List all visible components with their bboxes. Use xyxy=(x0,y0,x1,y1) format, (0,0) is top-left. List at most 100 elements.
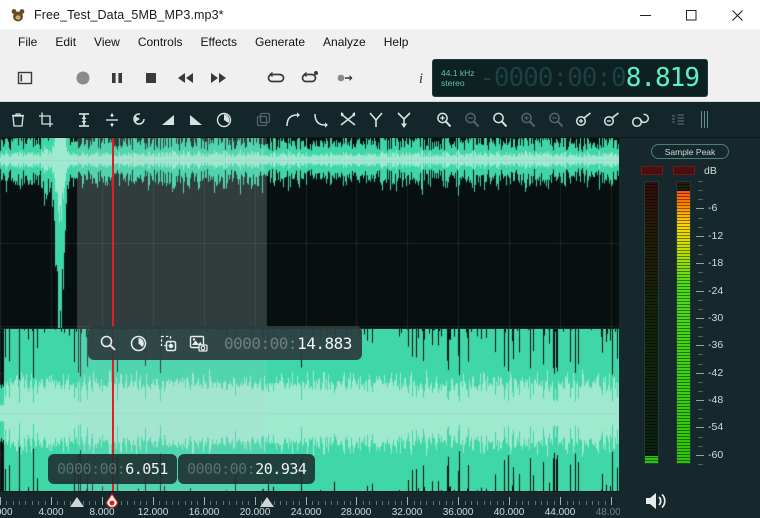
playhead-line xyxy=(112,138,114,491)
pause-button[interactable] xyxy=(100,61,134,95)
delete-button[interactable] xyxy=(4,106,32,134)
speaker-icon[interactable] xyxy=(644,490,670,512)
close-button[interactable] xyxy=(714,0,760,30)
zoom-toggle-icon xyxy=(547,111,565,129)
selection-end-handle[interactable] xyxy=(260,497,274,507)
crossfade-button[interactable] xyxy=(334,106,362,134)
timeline-tick-minor xyxy=(522,501,523,505)
envelope-up-button[interactable] xyxy=(278,106,306,134)
db-label: -54 xyxy=(708,421,723,433)
db-tick-minor xyxy=(698,309,703,310)
sync-lock-button[interactable] xyxy=(626,106,654,134)
timeline-tick-minor xyxy=(344,501,345,505)
clip-indicator-left[interactable] xyxy=(641,166,663,175)
timeline-tick-minor xyxy=(541,501,542,505)
db-tick xyxy=(696,208,704,209)
db-label: -48 xyxy=(708,394,723,406)
sample-peak-button[interactable]: Sample Peak xyxy=(651,144,729,159)
stop-button[interactable] xyxy=(134,61,168,95)
screenshot-icon[interactable] xyxy=(184,329,212,357)
menu-edit[interactable]: Edit xyxy=(46,32,85,52)
loop-button[interactable] xyxy=(260,61,294,95)
db-tick-minor xyxy=(698,336,703,337)
menu-controls[interactable]: Controls xyxy=(129,32,192,52)
record-button[interactable] xyxy=(66,61,100,95)
timeline-tick xyxy=(407,497,408,505)
timeline-tick xyxy=(102,497,103,505)
timeline-tick-minor xyxy=(280,501,281,505)
trim-button[interactable] xyxy=(32,106,60,134)
timeline-tick-minor xyxy=(497,501,498,505)
timeline-ruler[interactable]: 0.0004.0008.00012.00016.00020.00024.0002… xyxy=(0,491,620,518)
clip-indicator-right[interactable] xyxy=(673,166,695,175)
db-tick xyxy=(696,400,704,401)
timeline-tick-minor xyxy=(484,501,485,505)
db-tick-minor xyxy=(698,300,703,301)
timeline-label: 16.000 xyxy=(189,507,220,518)
waveform-left-channel[interactable] xyxy=(0,138,620,328)
silence-button[interactable] xyxy=(70,106,98,134)
timeline-tick-minor xyxy=(465,501,466,505)
magnifier-icon[interactable] xyxy=(94,329,122,357)
fit-project-button[interactable] xyxy=(486,106,514,134)
punch-roll-button[interactable] xyxy=(328,61,362,95)
audacity-window: Free_Test_Data_5MB_MP3.mp3* FileEditView… xyxy=(0,0,760,518)
normalize-button[interactable] xyxy=(210,106,238,134)
menu-view[interactable]: View xyxy=(85,32,129,52)
minimize-button[interactable] xyxy=(622,0,668,30)
menu-analyze[interactable]: Analyze xyxy=(314,32,375,52)
play-button[interactable] xyxy=(8,61,42,95)
fade-out-button[interactable] xyxy=(182,106,210,134)
silence-selection-button[interactable] xyxy=(598,106,626,134)
floating-tool-toolbar[interactable]: 0000:00:14.883 xyxy=(88,326,362,360)
db-tick-minor xyxy=(698,190,703,191)
mix-down-icon xyxy=(395,111,413,129)
zoom-in-button[interactable] xyxy=(430,106,458,134)
playhead-handle[interactable] xyxy=(105,493,120,510)
timeline-tick xyxy=(255,497,256,505)
selection-start-readout[interactable]: 0000:00:6.051 xyxy=(48,454,177,484)
knob-icon[interactable] xyxy=(124,329,152,357)
envelope-down-button[interactable] xyxy=(306,106,334,134)
menu-generate[interactable]: Generate xyxy=(246,32,314,52)
db-tick xyxy=(696,427,704,428)
trim-outside-icon xyxy=(575,111,593,129)
time-value: 8.819 xyxy=(626,63,699,93)
db-tick-minor xyxy=(698,245,703,246)
meter-ridges xyxy=(645,182,658,463)
selection-end-readout[interactable]: 0000:00:20.934 xyxy=(178,454,315,484)
menu-file[interactable]: File xyxy=(9,32,46,52)
timeline-tick-minor xyxy=(598,501,599,505)
selection-start-dimmed: 0000:00: xyxy=(57,460,125,478)
db-tick-minor xyxy=(698,218,703,219)
mix-down-button[interactable] xyxy=(390,106,418,134)
menu-effects[interactable]: Effects xyxy=(192,32,246,52)
trim-outside-button[interactable] xyxy=(570,106,598,134)
undo-button[interactable] xyxy=(126,106,154,134)
maximize-button[interactable] xyxy=(668,0,714,30)
menu-help[interactable]: Help xyxy=(375,32,418,52)
timeline-tick xyxy=(458,497,459,505)
db-tick-minor xyxy=(698,272,703,273)
timeline-tick-minor xyxy=(337,501,338,505)
track-panel[interactable] xyxy=(0,138,620,491)
fade-in-button[interactable] xyxy=(154,106,182,134)
time-display[interactable]: 44.1 kHz stereo -0000:00:08.819 xyxy=(432,59,708,97)
selection-start-handle[interactable] xyxy=(70,497,84,507)
timeline-tick-minor xyxy=(369,501,370,505)
db-label: -42 xyxy=(708,367,723,379)
toolbar-grip[interactable] xyxy=(698,110,710,130)
loop-record-button[interactable] xyxy=(294,61,328,95)
transport-toolbar: i 44.1 kHz stereo -0000:00:08.819 xyxy=(0,54,760,102)
timeline-tick-minor xyxy=(178,501,179,505)
track-row-left-channel[interactable] xyxy=(0,138,620,328)
timeline-tick-minor xyxy=(32,501,33,505)
timeline-tick-minor xyxy=(274,501,275,505)
marquee-select-icon[interactable] xyxy=(154,329,182,357)
skip-to-end-button[interactable] xyxy=(202,61,236,95)
skip-to-start-button[interactable] xyxy=(168,61,202,95)
timeline-tick-minor xyxy=(331,501,332,505)
mix-in-button[interactable] xyxy=(362,106,390,134)
db-tick-minor xyxy=(698,354,703,355)
split-button[interactable] xyxy=(98,106,126,134)
